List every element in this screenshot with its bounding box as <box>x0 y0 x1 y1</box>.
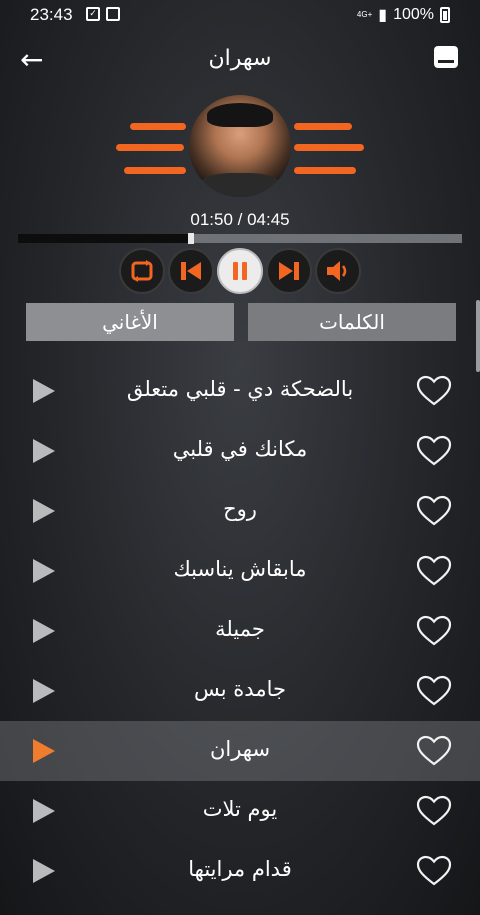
heart-icon[interactable] <box>416 735 452 767</box>
previous-icon <box>181 262 201 280</box>
song-title: مكانك في قلبي <box>172 437 308 461</box>
song-row[interactable]: روح <box>0 481 480 541</box>
play-icon[interactable] <box>33 859 55 883</box>
play-icon[interactable] <box>33 739 55 763</box>
song-title: جامدة بس <box>194 677 286 701</box>
album-art <box>116 95 364 200</box>
song-list: بالضحكة دي - قلبي متعلق مكانك في قلبي روح م… <box>0 361 480 901</box>
play-icon[interactable] <box>33 499 55 523</box>
song-row[interactable]: قدام مرايتها <box>0 841 480 901</box>
check-icon: ✓ <box>86 7 100 21</box>
song-row[interactable]: جامدة بس <box>0 661 480 721</box>
volume-button[interactable] <box>315 248 361 294</box>
status-right: 4G+ ▮ 100% <box>357 5 450 25</box>
progress-fill <box>18 234 192 243</box>
play-icon[interactable] <box>33 439 55 463</box>
repeat-button[interactable] <box>119 248 165 294</box>
play-icon[interactable] <box>33 559 55 583</box>
song-title: بالضحكة دي - قلبي متعلق <box>126 377 354 401</box>
song-row[interactable]: سهران <box>0 721 480 781</box>
app-bar: ← سهران <box>0 32 480 88</box>
artist-avatar <box>189 95 291 197</box>
song-row[interactable]: مابقاش يناسبك <box>0 541 480 601</box>
playback-time: 01:50 / 04:45 <box>190 210 290 229</box>
eq-bar <box>116 144 184 151</box>
song-row[interactable]: جميلة <box>0 601 480 661</box>
eq-bar <box>294 123 352 130</box>
page-title: سهران <box>208 46 272 71</box>
signal-icon: ▮ <box>378 7 388 24</box>
tab-bar: الأغاني الكلمات <box>26 303 456 341</box>
menu-icon[interactable] <box>434 46 458 68</box>
status-time: 23:43 <box>30 5 73 24</box>
eq-bar <box>130 123 186 130</box>
heart-icon[interactable] <box>416 375 452 407</box>
progress-bar[interactable] <box>18 233 462 244</box>
heart-icon[interactable] <box>416 675 452 707</box>
wifi-icon <box>106 7 120 21</box>
heart-icon[interactable] <box>416 495 452 527</box>
repeat-icon <box>131 260 153 282</box>
player-controls <box>0 248 480 296</box>
status-bar: 23:43 ✓ 4G+ ▮ 100% <box>0 0 480 30</box>
volume-icon <box>327 261 347 281</box>
song-title: مابقاش يناسبك <box>173 557 307 581</box>
song-title: جميلة <box>215 617 265 641</box>
next-icon <box>279 262 299 280</box>
pause-icon <box>233 262 247 280</box>
tab-lyrics[interactable]: الكلمات <box>248 303 456 341</box>
heart-icon[interactable] <box>416 795 452 827</box>
next-button[interactable] <box>266 248 312 294</box>
song-title: يوم تلات <box>202 797 278 821</box>
pause-button[interactable] <box>217 248 263 294</box>
song-row[interactable]: مكانك في قلبي <box>0 421 480 481</box>
play-icon[interactable] <box>33 799 55 823</box>
heart-icon[interactable] <box>416 855 452 887</box>
tab-songs[interactable]: الأغاني <box>26 303 234 341</box>
song-title: روح <box>223 497 257 521</box>
play-icon[interactable] <box>33 679 55 703</box>
network-type: 4G+ <box>356 10 373 19</box>
battery-level: 100% <box>393 6 434 23</box>
play-icon[interactable] <box>33 619 55 643</box>
heart-icon[interactable] <box>416 555 452 587</box>
song-row[interactable]: بالضحكة دي - قلبي متعلق <box>0 361 480 421</box>
battery-icon <box>440 7 450 23</box>
eq-bar <box>124 167 186 174</box>
play-icon[interactable] <box>33 379 55 403</box>
eq-bar <box>294 144 364 151</box>
previous-button[interactable] <box>168 248 214 294</box>
heart-icon[interactable] <box>416 615 452 647</box>
song-title: قدام مرايتها <box>188 857 292 881</box>
notification-icons: ✓ <box>86 7 120 21</box>
progress-thumb[interactable] <box>188 233 195 244</box>
eq-bar <box>294 167 356 174</box>
song-title: سهران <box>209 737 271 761</box>
heart-icon[interactable] <box>416 435 452 467</box>
song-row[interactable]: يوم تلات <box>0 781 480 841</box>
